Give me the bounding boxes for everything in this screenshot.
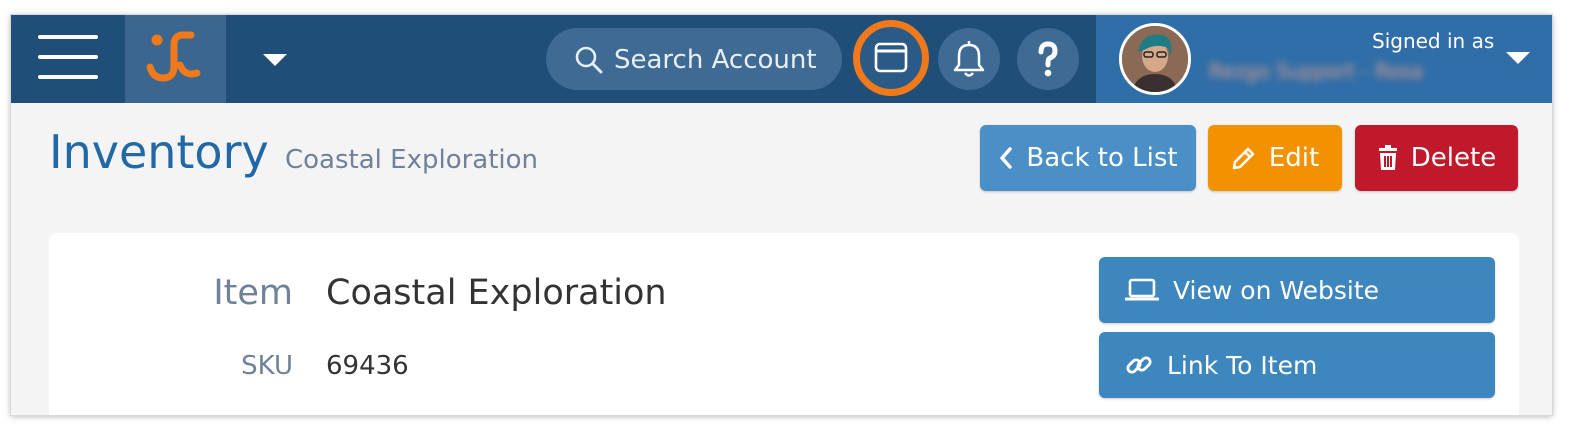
sku-label: SKU bbox=[241, 351, 293, 381]
link-icon bbox=[1126, 356, 1152, 374]
signed-in-label: Signed in as bbox=[1372, 29, 1495, 53]
chevron-down-icon[interactable] bbox=[1506, 52, 1530, 64]
hamburger-menu-icon[interactable] bbox=[11, 15, 125, 103]
help-icon bbox=[1038, 41, 1058, 77]
link-to-item-label: Link To Item bbox=[1167, 350, 1318, 380]
window-button[interactable] bbox=[853, 20, 929, 96]
laptop-icon bbox=[1125, 278, 1159, 301]
delete-label: Delete bbox=[1410, 143, 1497, 173]
pencil-icon bbox=[1232, 147, 1255, 170]
user-name: Rezgo Support - Rosa bbox=[1209, 59, 1423, 83]
edit-button[interactable]: Edit bbox=[1208, 125, 1342, 191]
chevron-down-icon[interactable] bbox=[263, 54, 287, 66]
sku-value: 69436 bbox=[326, 351, 409, 381]
help-button[interactable] bbox=[1017, 28, 1079, 90]
item-label: Item bbox=[213, 273, 293, 313]
item-detail-card: Item Coastal Exploration SKU 69436 View … bbox=[49, 233, 1519, 415]
page-subtitle: Coastal Exploration bbox=[285, 145, 539, 175]
avatar[interactable] bbox=[1119, 23, 1191, 95]
search-placeholder: Search Account bbox=[614, 45, 817, 75]
window-icon bbox=[874, 42, 908, 73]
back-to-list-button[interactable]: Back to List bbox=[980, 125, 1196, 191]
trash-icon bbox=[1378, 145, 1397, 170]
notifications-button[interactable] bbox=[938, 28, 1000, 90]
item-value: Coastal Exploration bbox=[326, 273, 667, 313]
link-to-item-button[interactable]: Link To Item bbox=[1099, 332, 1495, 398]
app-window: Search Account Signed in as Rezgo Suppor… bbox=[11, 15, 1552, 415]
top-navigation-bar: Search Account Signed in as Rezgo Suppor… bbox=[11, 15, 1552, 103]
search-icon bbox=[575, 46, 603, 74]
bell-icon bbox=[953, 41, 985, 77]
view-on-website-button[interactable]: View on Website bbox=[1099, 257, 1495, 323]
user-menu[interactable]: Signed in as Rezgo Support - Rosa bbox=[1096, 15, 1552, 103]
delete-button[interactable]: Delete bbox=[1355, 125, 1518, 191]
page-title: Inventory bbox=[49, 125, 269, 179]
logo-icon[interactable] bbox=[125, 15, 226, 103]
chevron-left-icon bbox=[1000, 147, 1013, 169]
view-on-website-label: View on Website bbox=[1173, 275, 1380, 305]
edit-label: Edit bbox=[1268, 143, 1320, 173]
back-to-list-label: Back to List bbox=[1026, 143, 1178, 173]
search-account-box[interactable]: Search Account bbox=[546, 28, 842, 90]
